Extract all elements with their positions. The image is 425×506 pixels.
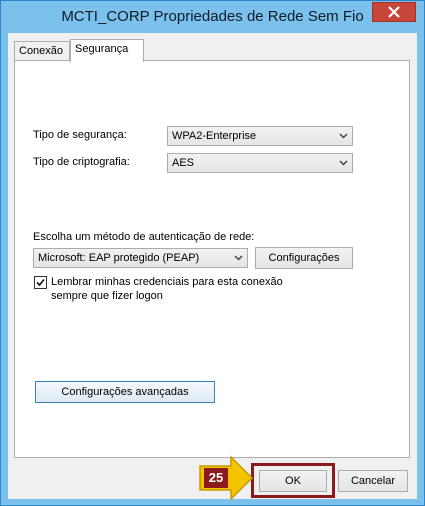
auth-method-label: Escolha um método de autenticação de red… [33,231,255,243]
close-button[interactable] [372,2,416,22]
dialog-window: MCTI_CORP Propriedades de Rede Sem Fio C… [0,0,425,506]
remember-credentials-checkbox[interactable] [34,276,47,289]
encryption-type-label: Tipo de criptografia: [33,156,130,168]
tab-conexao[interactable]: Conexão [14,41,70,61]
encryption-type-value: AES [172,157,195,169]
dialog-client-area: Conexão Segurança Tipo de segurança: WPA… [8,33,417,499]
checkmark-icon [36,278,45,287]
close-icon [388,6,400,18]
tab-seguranca[interactable]: Segurança [70,39,144,62]
title-bar[interactable]: MCTI_CORP Propriedades de Rede Sem Fio [1,1,424,33]
chevron-down-icon [339,160,348,166]
cancel-button[interactable]: Cancelar [338,470,408,492]
chevron-down-icon [339,133,348,139]
advanced-settings-button[interactable]: Configurações avançadas [35,381,215,403]
security-type-select[interactable]: WPA2-Enterprise [167,126,353,146]
remember-credentials-label-line2: sempre que fizer logon [51,290,163,302]
security-type-value: WPA2-Enterprise [172,130,257,142]
encryption-type-select[interactable]: AES [167,153,353,173]
ok-button-highlight [251,463,335,498]
security-tab-panel: Tipo de segurança: WPA2-Enterprise Tipo … [14,60,410,458]
auth-settings-button[interactable]: Configurações [255,247,353,269]
step-number-badge: 25 [208,470,224,485]
remember-credentials-label-line1: Lembrar minhas credenciais para esta con… [51,276,283,288]
auth-method-select[interactable]: Microsoft: EAP protegido (PEAP) [33,248,248,268]
window-title: MCTI_CORP Propriedades de Rede Sem Fio [61,8,364,25]
security-type-label: Tipo de segurança: [33,129,127,141]
auth-method-value: Microsoft: EAP protegido (PEAP) [38,252,200,264]
chevron-down-icon [234,255,243,261]
